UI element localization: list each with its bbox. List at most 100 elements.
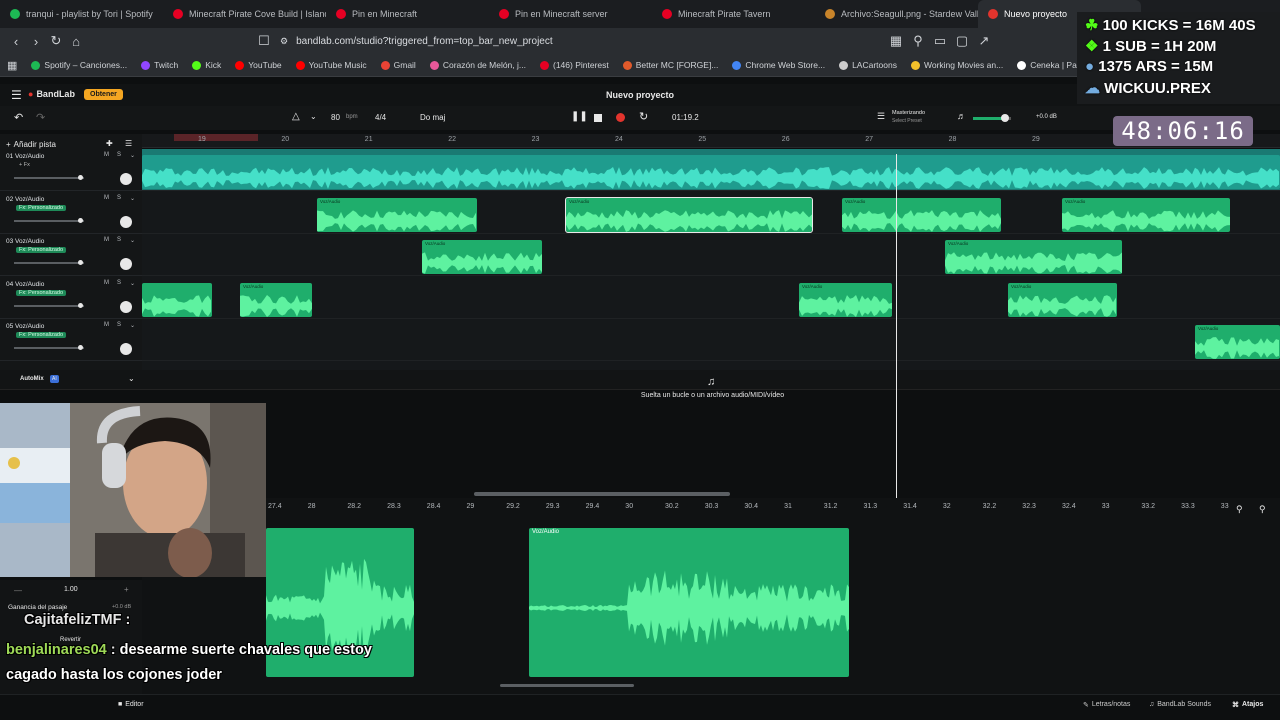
site-info-icon[interactable]: ⚙ bbox=[280, 36, 288, 47]
track-fx-badge[interactable]: Fx: Personalizado bbox=[16, 204, 67, 211]
track-volume-knob[interactable] bbox=[78, 260, 83, 265]
track-name[interactable]: 03 Voz/Audio bbox=[6, 238, 44, 245]
bpm-value[interactable]: 80 bbox=[331, 113, 340, 122]
track-pan-knob[interactable] bbox=[120, 300, 132, 313]
audio-clip[interactable]: Voz/Audio bbox=[317, 197, 477, 232]
track-volume-slider[interactable] bbox=[14, 345, 84, 350]
track-header[interactable]: 02 Voz/Audio Fx: Personalizado M S ⌄ bbox=[0, 192, 142, 234]
bookmark-icon[interactable]: ☐ bbox=[254, 33, 274, 49]
metronome-icon[interactable]: △ bbox=[292, 111, 300, 122]
url-field[interactable]: ⚙ bandlab.com/studio?triggered_from=top_… bbox=[280, 31, 840, 51]
audio-clip[interactable]: Voz/Audio bbox=[1062, 197, 1230, 232]
shortcuts-button[interactable]: ⌘ Atajos bbox=[1232, 701, 1263, 709]
track-lane[interactable]: Voz/Audio Voz/Audio Voz/Audio Voz/Audio bbox=[142, 192, 1280, 234]
loop-button[interactable]: ↻ bbox=[639, 110, 648, 123]
mastering-preset[interactable]: Select Preset bbox=[892, 118, 922, 124]
drop-zone[interactable]: ♫ Suelta un bucle o un archivo audio/MID… bbox=[155, 370, 1270, 406]
track-name[interactable]: 05 Voz/Audio bbox=[6, 323, 44, 330]
solo-button[interactable]: S bbox=[117, 322, 121, 328]
clip-gain-minus[interactable]: — bbox=[14, 586, 22, 595]
mute-button[interactable]: M bbox=[104, 280, 109, 286]
bookmark-item[interactable]: YouTube Music bbox=[289, 60, 374, 70]
audio-clip[interactable]: Voz/Audio bbox=[1195, 325, 1280, 359]
bookmark-item[interactable]: (146) Pinterest bbox=[533, 60, 616, 70]
time-signature[interactable]: 4/4 bbox=[375, 113, 386, 122]
add-track-button[interactable]: + Añadir pista bbox=[6, 140, 56, 149]
track-fx-badge[interactable]: Fx: Personalizado bbox=[16, 332, 67, 338]
back-icon[interactable]: ‹ bbox=[6, 34, 26, 49]
track-menu-icon[interactable]: ⌄ bbox=[130, 280, 135, 287]
pause-button[interactable]: ❚❚ bbox=[571, 111, 588, 122]
track-lane[interactable]: Voz/Audio Voz/Audio Voz/Audio bbox=[142, 277, 1280, 319]
mute-button[interactable]: M bbox=[104, 237, 109, 243]
track-lane[interactable]: Voz/Audio Voz/Audio bbox=[142, 234, 1280, 276]
bookmark-item[interactable]: Better MC [FORGE]... bbox=[616, 60, 726, 70]
stop-button[interactable] bbox=[594, 114, 602, 122]
track-lanes[interactable]: Voz/Audio Voz/Audio Voz/Audio Voz/Audio Voz/… bbox=[142, 149, 1280, 370]
mute-button[interactable]: M bbox=[104, 195, 109, 201]
zoom-out-icon[interactable]: ⚲ bbox=[1236, 504, 1243, 515]
audio-clip[interactable] bbox=[142, 155, 1280, 189]
track-name[interactable]: 02 Voz/Audio bbox=[6, 196, 44, 203]
track-menu-icon[interactable]: ⌄ bbox=[130, 237, 135, 244]
audio-clip[interactable]: Voz/Audio bbox=[240, 282, 312, 317]
solo-button[interactable]: S bbox=[117, 195, 121, 201]
track-volume-knob[interactable] bbox=[78, 345, 83, 350]
browser-tab[interactable]: tranqui - playlist by Tori | Spotify bbox=[0, 0, 163, 28]
metronome-dropdown-icon[interactable]: ⌄ bbox=[310, 112, 317, 121]
track-volume-slider[interactable] bbox=[14, 175, 84, 180]
bookmark-item[interactable]: Chrome Web Store... bbox=[725, 60, 832, 70]
track-header[interactable]: 05 Voz/Audio Fx: Personalizado M S ⌄ bbox=[0, 319, 142, 361]
editor-bottom-scrollbar[interactable] bbox=[500, 684, 634, 687]
track-pan-knob[interactable] bbox=[120, 215, 132, 228]
track-fx-badge[interactable]: + Fx bbox=[16, 162, 33, 168]
home-icon[interactable]: ⌂ bbox=[66, 34, 86, 49]
bookmark-item[interactable]: LACartoons bbox=[832, 60, 904, 70]
track-volume-slider[interactable] bbox=[14, 302, 84, 308]
track-volume-slider[interactable] bbox=[14, 217, 84, 223]
audio-clip[interactable]: Voz/Audio bbox=[799, 282, 892, 317]
solo-button[interactable]: S bbox=[117, 237, 121, 243]
audio-clip[interactable] bbox=[142, 282, 212, 317]
editor-audio-clip[interactable]: Voz/Audio bbox=[529, 528, 849, 677]
bookmark-item[interactable]: Corazón de Melón, j... bbox=[423, 60, 533, 70]
audio-clip[interactable]: Voz/Audio bbox=[565, 196, 813, 233]
track-fx-badge[interactable]: Fx: Personalizado bbox=[16, 289, 67, 296]
apps-icon[interactable]: ▦ bbox=[0, 59, 24, 72]
clip-gain-value[interactable]: 1.00 bbox=[64, 586, 78, 593]
bookmark-item[interactable]: Twitch bbox=[134, 60, 185, 70]
editor-tab[interactable]: ■ Editor bbox=[118, 701, 144, 708]
editor-ruler[interactable]: 27.4 28 28.2 28.3 28.4 29 29.2 29.3 29.4 30 30.2 30… bbox=[266, 500, 1280, 516]
audio-clip[interactable]: Voz/Audio bbox=[945, 240, 1122, 274]
browser-tab[interactable]: Pin en Minecraft bbox=[326, 0, 489, 28]
track-pan-knob[interactable] bbox=[120, 343, 132, 355]
zoom-icon[interactable]: ⚲ bbox=[908, 33, 928, 49]
share-icon[interactable]: ↗ bbox=[974, 33, 994, 49]
undo-icon[interactable]: ↶ bbox=[14, 111, 23, 124]
editor-scrollbar[interactable] bbox=[474, 492, 730, 496]
mastering-label[interactable]: Masterizando bbox=[892, 110, 925, 116]
track-pan-knob[interactable] bbox=[120, 173, 132, 185]
audio-clip[interactable]: Voz/Audio bbox=[422, 240, 542, 274]
track-name[interactable]: 01 Voz/Audio bbox=[6, 153, 44, 160]
track-volume-knob[interactable] bbox=[78, 302, 83, 308]
track-fx-badge[interactable]: Fx: Personalizado bbox=[16, 247, 67, 253]
automix-label[interactable]: AutoMix bbox=[20, 376, 44, 382]
mastering-icon[interactable]: ☰ bbox=[877, 111, 885, 122]
track-volume-knob[interactable] bbox=[78, 217, 83, 223]
browser-tab[interactable]: Minecraft Pirate Cove Build | Island bbox=[163, 0, 326, 28]
timeline-ruler[interactable]: 19 20 21 22 23 24 25 26 27 28 29 bbox=[142, 134, 1280, 148]
track-menu-icon[interactable]: ⌄ bbox=[130, 152, 135, 159]
playhead[interactable] bbox=[896, 154, 897, 498]
redo-icon[interactable]: ↷ bbox=[36, 111, 45, 124]
track-volume-slider[interactable] bbox=[14, 260, 84, 265]
solo-button[interactable]: S bbox=[117, 280, 121, 286]
bookmark-item[interactable]: YouTube bbox=[228, 60, 288, 70]
track-menu-icon[interactable]: ⌄ bbox=[130, 195, 135, 202]
track-name[interactable]: 04 Voz/Audio bbox=[6, 281, 44, 288]
forward-icon[interactable]: › bbox=[26, 34, 46, 49]
zoom-in-icon[interactable]: ⚲ bbox=[1259, 504, 1266, 515]
loop-region[interactable] bbox=[174, 134, 258, 141]
lyrics-button[interactable]: ✎ Letras/notas bbox=[1083, 701, 1130, 709]
audio-clip[interactable]: Voz/Audio bbox=[1008, 282, 1117, 317]
